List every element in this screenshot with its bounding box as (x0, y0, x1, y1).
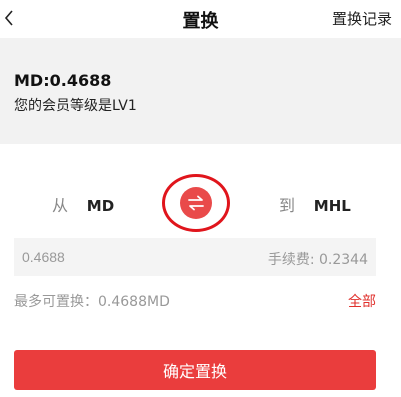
header-bar: 置换 置换记录 (0, 0, 401, 38)
from-currency[interactable]: 从 MD (52, 192, 114, 216)
to-currency-code: MHL (313, 197, 351, 215)
account-info-panel: MD:0.4688 您的会员等级是LV1 (0, 38, 401, 144)
from-label: 从 (52, 196, 69, 215)
to-label: 到 (279, 196, 296, 215)
amount-field-container: 手续费: 0.2344 (14, 238, 376, 276)
to-currency[interactable]: 到 MHL (279, 192, 351, 216)
swap-arrows-icon (188, 195, 204, 211)
history-link[interactable]: 置换记录 (332, 8, 392, 29)
swap-direction-button[interactable] (180, 187, 212, 219)
fee-text: 手续费: 0.2344 (267, 252, 368, 268)
max-amount-row: 最多可置换：0.4688MD 全部 (14, 291, 376, 311)
balance-text: MD:0.4688 (14, 71, 112, 90)
max-amount-text: 最多可置换：0.4688MD (14, 294, 170, 310)
confirm-swap-button[interactable]: 确定置换 (14, 350, 376, 390)
amount-input[interactable] (22, 238, 222, 276)
from-currency-code: MD (86, 197, 115, 215)
member-level-text: 您的会员等级是LV1 (14, 98, 137, 114)
currency-swap-row: 从 MD 到 MHL (0, 174, 401, 234)
all-amount-button[interactable]: 全部 (348, 291, 376, 311)
